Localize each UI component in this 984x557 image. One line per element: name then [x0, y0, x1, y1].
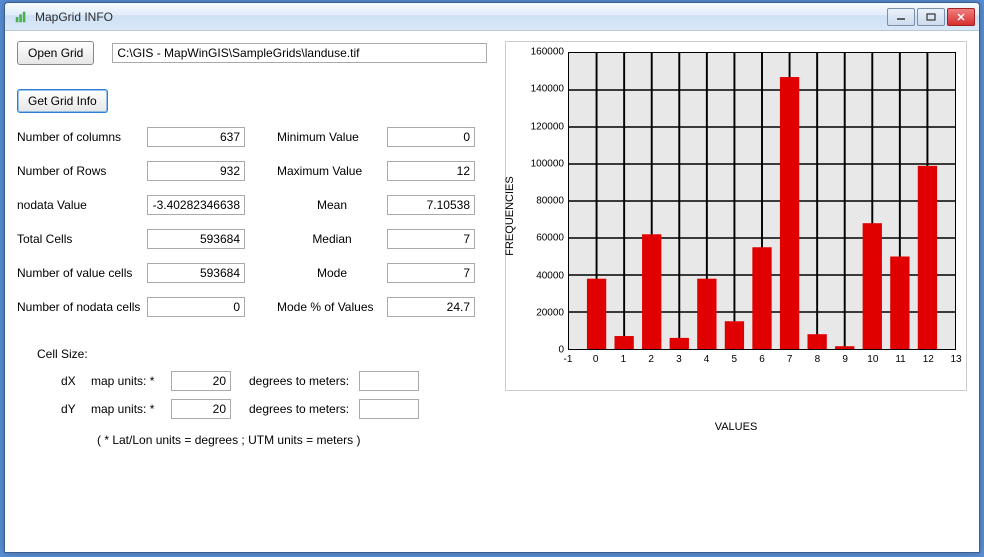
x-tick-label: 10 [867, 354, 878, 365]
dx-meters-value[interactable] [359, 371, 419, 391]
x-tick-label: 4 [704, 354, 710, 365]
x-tick-label: 1 [621, 354, 627, 365]
cols-label: Number of columns [17, 130, 147, 144]
minimize-button[interactable] [887, 8, 915, 26]
modepct-label: Mode % of Values [277, 300, 387, 314]
nodata-value[interactable] [147, 195, 245, 215]
cellsize-header: Cell Size: [37, 347, 487, 361]
chart-x-axis-label: VALUES [505, 421, 967, 433]
app-window: MapGrid INFO Open Grid Get Grid Info Num… [4, 2, 980, 553]
close-button[interactable] [947, 8, 975, 26]
mean-value[interactable] [387, 195, 475, 215]
histogram-chart: FREQUENCIES 0 20000 40000 60000 80000 100000 1… [505, 41, 967, 391]
dx-deg-label: degrees to meters: [249, 374, 359, 388]
open-grid-button[interactable]: Open Grid [17, 41, 94, 65]
rows-value[interactable] [147, 161, 245, 181]
dy-units-label: map units: * [91, 402, 171, 416]
info-grid: Number of columns Minimum Value Number o… [17, 127, 487, 317]
chart-plot-area [568, 52, 956, 350]
x-tick-label: 12 [923, 354, 934, 365]
y-tick-label: 80000 [536, 196, 564, 207]
y-tick-label: 100000 [531, 158, 564, 169]
dy-label: dY [61, 402, 91, 416]
right-pane: FREQUENCIES 0 20000 40000 60000 80000 100000 1… [487, 41, 967, 542]
dx-value[interactable] [171, 371, 231, 391]
mean-label: Mean [277, 198, 387, 212]
median-label: Median [277, 232, 387, 246]
max-label: Maximum Value [277, 164, 387, 178]
valcells-value[interactable] [147, 263, 245, 283]
y-tick-label: 20000 [536, 307, 564, 318]
chart-y-ticks: 0200004000060000800001000001200001400001… [532, 52, 566, 350]
max-value[interactable] [387, 161, 475, 181]
window-controls [885, 8, 975, 26]
ndcells-value[interactable] [147, 297, 245, 317]
y-tick-label: 60000 [536, 233, 564, 244]
total-value[interactable] [147, 229, 245, 249]
x-tick-label: 11 [895, 354, 905, 365]
total-label: Total Cells [17, 232, 147, 246]
dy-value[interactable] [171, 399, 231, 419]
cols-value[interactable] [147, 127, 245, 147]
grid-path-input[interactable] [112, 43, 487, 63]
y-tick-label: 160000 [531, 47, 564, 58]
chart-x-ticks: -1012345678910111213 [568, 354, 956, 368]
rows-label: Number of Rows [17, 164, 147, 178]
cellsize-section: Cell Size: dX map units: * degrees to me… [37, 347, 487, 447]
app-icon [13, 9, 29, 25]
dx-label: dX [61, 374, 91, 388]
title-bar[interactable]: MapGrid INFO [5, 3, 979, 31]
dy-deg-label: degrees to meters: [249, 402, 359, 416]
chart-y-axis-label: FREQUENCIES [504, 176, 516, 255]
y-tick-label: 120000 [531, 121, 564, 132]
x-tick-label: -1 [564, 354, 573, 365]
x-tick-label: 7 [787, 354, 793, 365]
x-tick-label: 9 [842, 354, 848, 365]
ndcells-label: Number of nodata cells [17, 300, 147, 314]
maximize-button[interactable] [917, 8, 945, 26]
x-tick-label: 0 [593, 354, 599, 365]
x-tick-label: 3 [676, 354, 682, 365]
get-grid-info-button[interactable]: Get Grid Info [17, 89, 108, 113]
dy-meters-value[interactable] [359, 399, 419, 419]
x-tick-label: 2 [648, 354, 654, 365]
x-tick-label: 8 [815, 354, 821, 365]
median-value[interactable] [387, 229, 475, 249]
y-tick-label: 40000 [536, 270, 564, 281]
window-title: MapGrid INFO [35, 10, 885, 24]
x-tick-label: 13 [950, 354, 961, 365]
mode-label: Mode [277, 266, 387, 280]
units-footnote: ( * Lat/Lon units = degrees ; UTM units … [97, 433, 487, 447]
modepct-value[interactable] [387, 297, 475, 317]
mode-value[interactable] [387, 263, 475, 283]
x-tick-label: 5 [732, 354, 738, 365]
valcells-label: Number of value cells [17, 266, 147, 280]
min-label: Minimum Value [277, 130, 387, 144]
min-value[interactable] [387, 127, 475, 147]
dx-units-label: map units: * [91, 374, 171, 388]
nodata-label: nodata Value [17, 198, 147, 212]
left-pane: Open Grid Get Grid Info Number of column… [17, 41, 487, 542]
x-tick-label: 6 [759, 354, 765, 365]
client-area: Open Grid Get Grid Info Number of column… [5, 31, 979, 552]
y-tick-label: 140000 [531, 84, 564, 95]
